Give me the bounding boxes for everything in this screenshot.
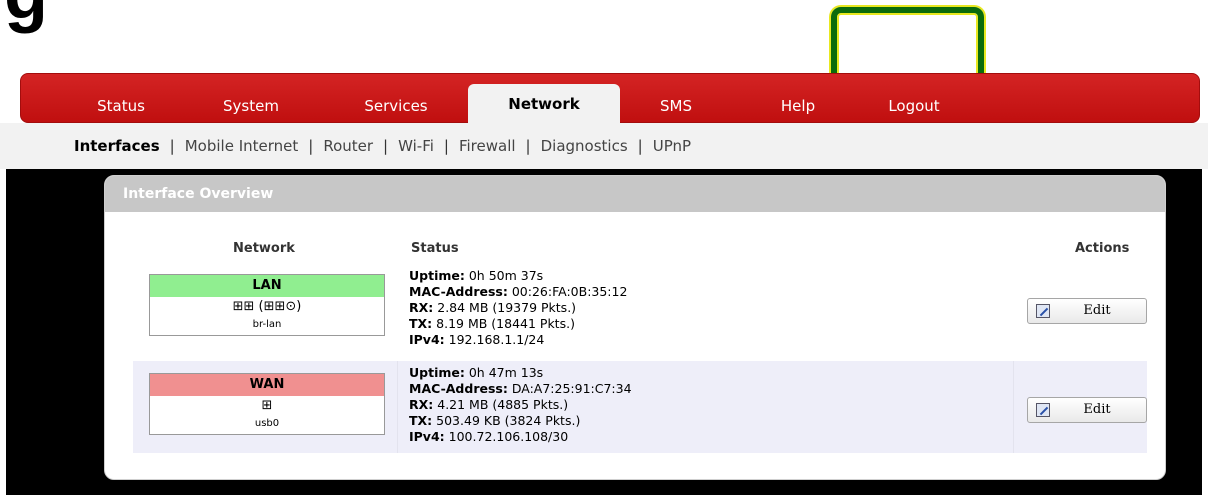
- subnav-upnp[interactable]: UPnP: [653, 137, 691, 155]
- ipv4-label: IPv4:: [409, 429, 445, 444]
- mac-value: 00:26:FA:0B:35:12: [511, 284, 628, 299]
- edit-lan-button[interactable]: Edit: [1027, 298, 1147, 324]
- tab-status[interactable]: Status: [81, 88, 161, 124]
- mac-value: DA:A7:25:91:C7:34: [511, 381, 632, 396]
- network-name: LAN: [150, 275, 384, 297]
- ipv4-value: 192.168.1.1/24: [448, 332, 545, 347]
- subnav-separator: |: [308, 137, 314, 155]
- tab-network[interactable]: Network: [468, 84, 620, 124]
- edit-wan-button[interactable]: Edit: [1027, 397, 1147, 423]
- tab-logout[interactable]: Logout: [859, 88, 969, 124]
- uptime-label: Uptime:: [409, 365, 465, 380]
- subnav-wifi[interactable]: Wi-Fi: [398, 137, 434, 155]
- subnav-separator: |: [443, 137, 449, 155]
- device-name: usb0: [254, 418, 280, 429]
- interface-row-wan: WAN ⊞ usb0 Uptime: 0h 47m 13s MAC-Addres…: [133, 361, 1147, 453]
- interface-row-lan: LAN ⊞⊞ (⊞⊞⊙) br-lan Uptime: 0h 50m 37s M…: [133, 265, 1147, 357]
- rx-label: RX:: [409, 300, 434, 315]
- rx-value: 4.21 MB (4885 Pkts.): [437, 397, 569, 412]
- panel-title: Interface Overview: [105, 176, 1165, 212]
- uptime-value: 0h 50m 37s: [468, 268, 544, 283]
- tab-help[interactable]: Help: [758, 88, 838, 124]
- interface-status: Uptime: 0h 50m 37s MAC-Address: 00:26:FA…: [409, 268, 627, 348]
- tx-label: TX:: [409, 413, 433, 428]
- subnav-diagnostics[interactable]: Diagnostics: [541, 137, 628, 155]
- column-header-status: Status: [411, 241, 459, 256]
- column-divider: [1013, 361, 1014, 453]
- subnav-mobile-internet[interactable]: Mobile Internet: [185, 137, 299, 155]
- tx-value: 8.19 MB (18441 Pkts.): [436, 316, 575, 331]
- network-badge-lan: LAN ⊞⊞ (⊞⊞⊙) br-lan: [149, 274, 385, 336]
- network-device-icon: ⊞: [261, 398, 273, 413]
- cropped-heading-fragment: g: [4, 0, 48, 30]
- network-device-icon: ⊞⊞ (⊞⊞⊙): [232, 299, 302, 314]
- device-name: br-lan: [252, 319, 282, 330]
- tab-services[interactable]: Services: [346, 88, 446, 124]
- tab-sms[interactable]: SMS: [636, 88, 716, 124]
- ipv4-value: 100.72.106.108/30: [448, 429, 569, 444]
- tx-value: 503.49 KB (3824 Pkts.): [436, 413, 581, 428]
- subnav-separator: |: [383, 137, 389, 155]
- interface-status: Uptime: 0h 47m 13s MAC-Address: DA:A7:25…: [409, 365, 632, 445]
- mac-label: MAC-Address:: [409, 284, 508, 299]
- main-nav-bar: Status System Services Network SMS Help …: [20, 73, 1200, 124]
- column-header-actions: Actions: [1075, 241, 1130, 256]
- subnav-firewall[interactable]: Firewall: [459, 137, 516, 155]
- uptime-label: Uptime:: [409, 268, 465, 283]
- sub-nav-bar: Interfaces | Mobile Internet | Router | Wi-Fi |…: [0, 123, 1208, 169]
- tx-label: TX:: [409, 316, 433, 331]
- subnav-interfaces[interactable]: Interfaces: [74, 137, 160, 155]
- subnav-router[interactable]: Router: [323, 137, 373, 155]
- rx-label: RX:: [409, 397, 434, 412]
- tab-system[interactable]: System: [201, 88, 301, 124]
- uptime-value: 0h 47m 13s: [468, 365, 544, 380]
- edit-button-label: Edit: [1083, 303, 1111, 318]
- network-name: WAN: [150, 374, 384, 396]
- rx-value: 2.84 MB (19379 Pkts.): [437, 300, 577, 315]
- network-badge-wan: WAN ⊞ usb0: [149, 373, 385, 435]
- interface-overview-panel: Interface Overview Network Status Action…: [104, 175, 1166, 480]
- subnav-separator: |: [525, 137, 531, 155]
- column-header-network: Network: [233, 241, 295, 256]
- ipv4-label: IPv4:: [409, 332, 445, 347]
- edit-button-label: Edit: [1083, 402, 1111, 417]
- subnav-separator: |: [169, 137, 175, 155]
- subnav-separator: |: [637, 137, 643, 155]
- mac-label: MAC-Address:: [409, 381, 508, 396]
- column-divider: [397, 361, 398, 453]
